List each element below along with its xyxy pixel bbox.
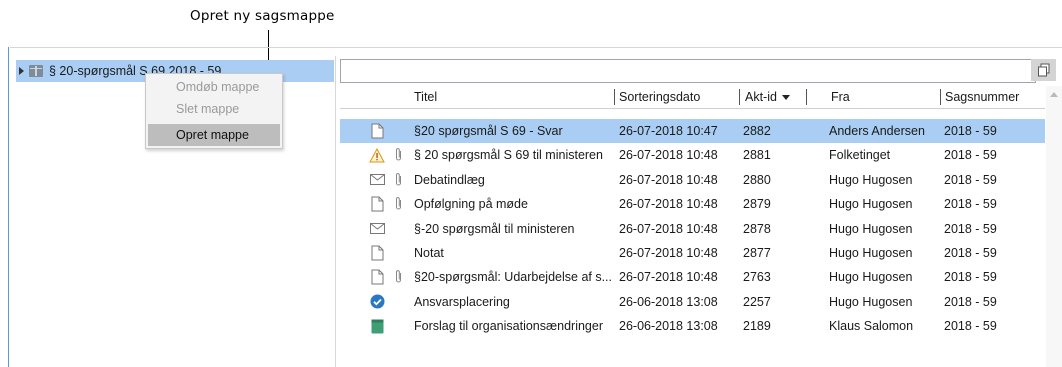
table-row[interactable]: Debatindlæg 26-07-2018 10:48 2880 Hugo Hugo… bbox=[340, 168, 1045, 192]
row-date: 26-07-2018 10:48 bbox=[619, 270, 718, 285]
row-akt-id: 2189 bbox=[743, 319, 771, 334]
row-from: Hugo Hugosen bbox=[829, 172, 913, 187]
envelope-icon bbox=[369, 172, 385, 188]
row-date: 26-06-2018 13:08 bbox=[619, 319, 718, 334]
paperclip-icon bbox=[394, 196, 404, 212]
row-akt-id: 2881 bbox=[743, 148, 771, 163]
scroll-up-arrow-icon[interactable] bbox=[1050, 92, 1058, 97]
row-case-number: 2018 - 59 bbox=[944, 124, 997, 138]
row-case-number: 2018 - 59 bbox=[944, 197, 997, 212]
table-row[interactable]: § 20 spørgsmål S 69 til ministeren 26-07-… bbox=[340, 143, 1045, 167]
document-icon bbox=[369, 196, 385, 212]
table-row[interactable]: Ansvarsplacering 26-06-2018 13:08 2257 Hugo… bbox=[340, 290, 1045, 314]
table-row[interactable]: §20 spørgsmål S 69 - Svar 26-07-2018 10:4… bbox=[340, 119, 1045, 144]
document-list: §20 spørgsmål S 69 - Svar 26-07-2018 10:4… bbox=[340, 119, 1045, 339]
check-circle-icon bbox=[369, 294, 385, 310]
column-header-akt-id[interactable]: Akt-id bbox=[745, 90, 790, 104]
envelope-icon bbox=[369, 221, 385, 237]
pane-splitter[interactable] bbox=[335, 56, 336, 367]
menu-item-create-folder[interactable]: Opret mappe bbox=[148, 124, 280, 146]
table-row[interactable]: Opfølgning på møde 26-07-2018 10:48 2879 Hu… bbox=[340, 192, 1045, 216]
row-date: 26-07-2018 10:48 bbox=[619, 221, 718, 236]
copy-icon bbox=[1037, 63, 1049, 77]
column-separator[interactable] bbox=[940, 89, 941, 105]
row-title: Opfølgning på møde bbox=[414, 197, 528, 212]
column-separator[interactable] bbox=[614, 89, 615, 105]
paperclip-icon bbox=[394, 147, 404, 163]
callout-label: Opret ny sagsmappe bbox=[190, 8, 335, 24]
green-task-icon bbox=[369, 318, 385, 334]
row-title: Debatindlæg bbox=[414, 172, 485, 187]
document-icon bbox=[369, 123, 385, 139]
table-header: Titel Sorteringsdato Akt-id Fra Sagsnumm… bbox=[340, 86, 1045, 109]
row-akt-id: 2257 bbox=[743, 294, 771, 309]
column-header-sorteringsdato[interactable]: Sorteringsdato bbox=[619, 90, 700, 104]
row-title: Ansvarsplacering bbox=[414, 294, 510, 309]
row-title: §20-spørgsmål: Udarbejdelse af s... bbox=[414, 270, 612, 285]
column-separator[interactable] bbox=[806, 89, 807, 105]
copy-button[interactable] bbox=[1031, 59, 1056, 81]
row-from: Hugo Hugosen bbox=[829, 197, 913, 212]
row-title: §-20 spørgsmål til ministeren bbox=[414, 221, 575, 236]
row-from: Hugo Hugosen bbox=[829, 221, 913, 236]
row-from: Hugo Hugosen bbox=[829, 245, 913, 260]
row-title: Forslag til organisationsændringer bbox=[414, 319, 603, 334]
table-row[interactable]: §20-spørgsmål: Udarbejdelse af s... 26-07… bbox=[340, 265, 1045, 289]
sort-descending-icon bbox=[781, 95, 790, 101]
row-case-number: 2018 - 59 bbox=[944, 172, 997, 187]
pane-left-border bbox=[8, 47, 9, 367]
menu-item-rename-folder[interactable]: Omdøb mappe bbox=[146, 76, 282, 98]
row-akt-id: 2880 bbox=[743, 172, 771, 187]
row-from: Hugo Hugosen bbox=[829, 270, 913, 285]
row-title: §20 spørgsmål S 69 - Svar bbox=[414, 124, 563, 138]
menu-item-delete-folder[interactable]: Slet mappe bbox=[146, 98, 282, 120]
row-akt-id: 2878 bbox=[743, 221, 771, 236]
table-row[interactable]: §-20 spørgsmål til ministeren 26-07-2018 … bbox=[340, 217, 1045, 241]
row-case-number: 2018 - 59 bbox=[944, 294, 997, 309]
document-icon bbox=[369, 245, 385, 261]
row-date: 26-07-2018 10:48 bbox=[619, 197, 718, 212]
row-from: Hugo Hugosen bbox=[829, 294, 913, 309]
row-akt-id: 2879 bbox=[743, 197, 771, 212]
row-date: 26-07-2018 10:48 bbox=[619, 148, 718, 163]
row-case-number: 2018 - 59 bbox=[944, 245, 997, 260]
row-case-number: 2018 - 59 bbox=[944, 221, 997, 236]
row-akt-id: 2877 bbox=[743, 245, 771, 260]
row-from: Folketinget bbox=[829, 148, 891, 163]
table-row[interactable]: Notat 26-07-2018 10:48 2877 Hugo Hugosen 201… bbox=[340, 241, 1045, 265]
row-case-number: 2018 - 59 bbox=[944, 319, 997, 334]
column-header-sagsnummer[interactable]: Sagsnummer bbox=[945, 90, 1019, 104]
row-akt-id: 2763 bbox=[743, 270, 771, 285]
column-separator[interactable] bbox=[739, 89, 740, 105]
context-menu: Omdøb mappe Slet mappe Opret mappe bbox=[145, 73, 283, 149]
document-icon bbox=[369, 269, 385, 285]
column-header-titel[interactable]: Titel bbox=[414, 90, 437, 104]
column-header-fra[interactable]: Fra bbox=[831, 90, 850, 104]
row-from: Klaus Salomon bbox=[829, 319, 914, 334]
paperclip-icon bbox=[394, 269, 404, 285]
vertical-scrollbar[interactable] bbox=[1046, 86, 1062, 367]
search-input[interactable] bbox=[340, 59, 1036, 83]
row-akt-id: 2882 bbox=[743, 124, 771, 138]
row-date: 26-07-2018 10:47 bbox=[619, 124, 718, 138]
row-from: Anders Andersen bbox=[829, 124, 925, 138]
row-title: § 20 spørgsmål S 69 til ministeren bbox=[414, 148, 603, 163]
toolbar-divider bbox=[10, 47, 1062, 48]
row-date: 26-06-2018 13:08 bbox=[619, 294, 718, 309]
row-case-number: 2018 - 59 bbox=[944, 270, 997, 285]
case-folder-icon bbox=[29, 65, 43, 77]
row-title: Notat bbox=[414, 245, 444, 260]
expand-arrow-icon[interactable] bbox=[19, 67, 24, 75]
paperclip-icon bbox=[394, 172, 404, 188]
table-row[interactable]: Forslag til organisationsændringer 26-06-… bbox=[340, 314, 1045, 338]
row-date: 26-07-2018 10:48 bbox=[619, 172, 718, 187]
row-case-number: 2018 - 59 bbox=[944, 148, 997, 163]
warning-icon bbox=[369, 147, 385, 163]
row-date: 26-07-2018 10:48 bbox=[619, 245, 718, 260]
